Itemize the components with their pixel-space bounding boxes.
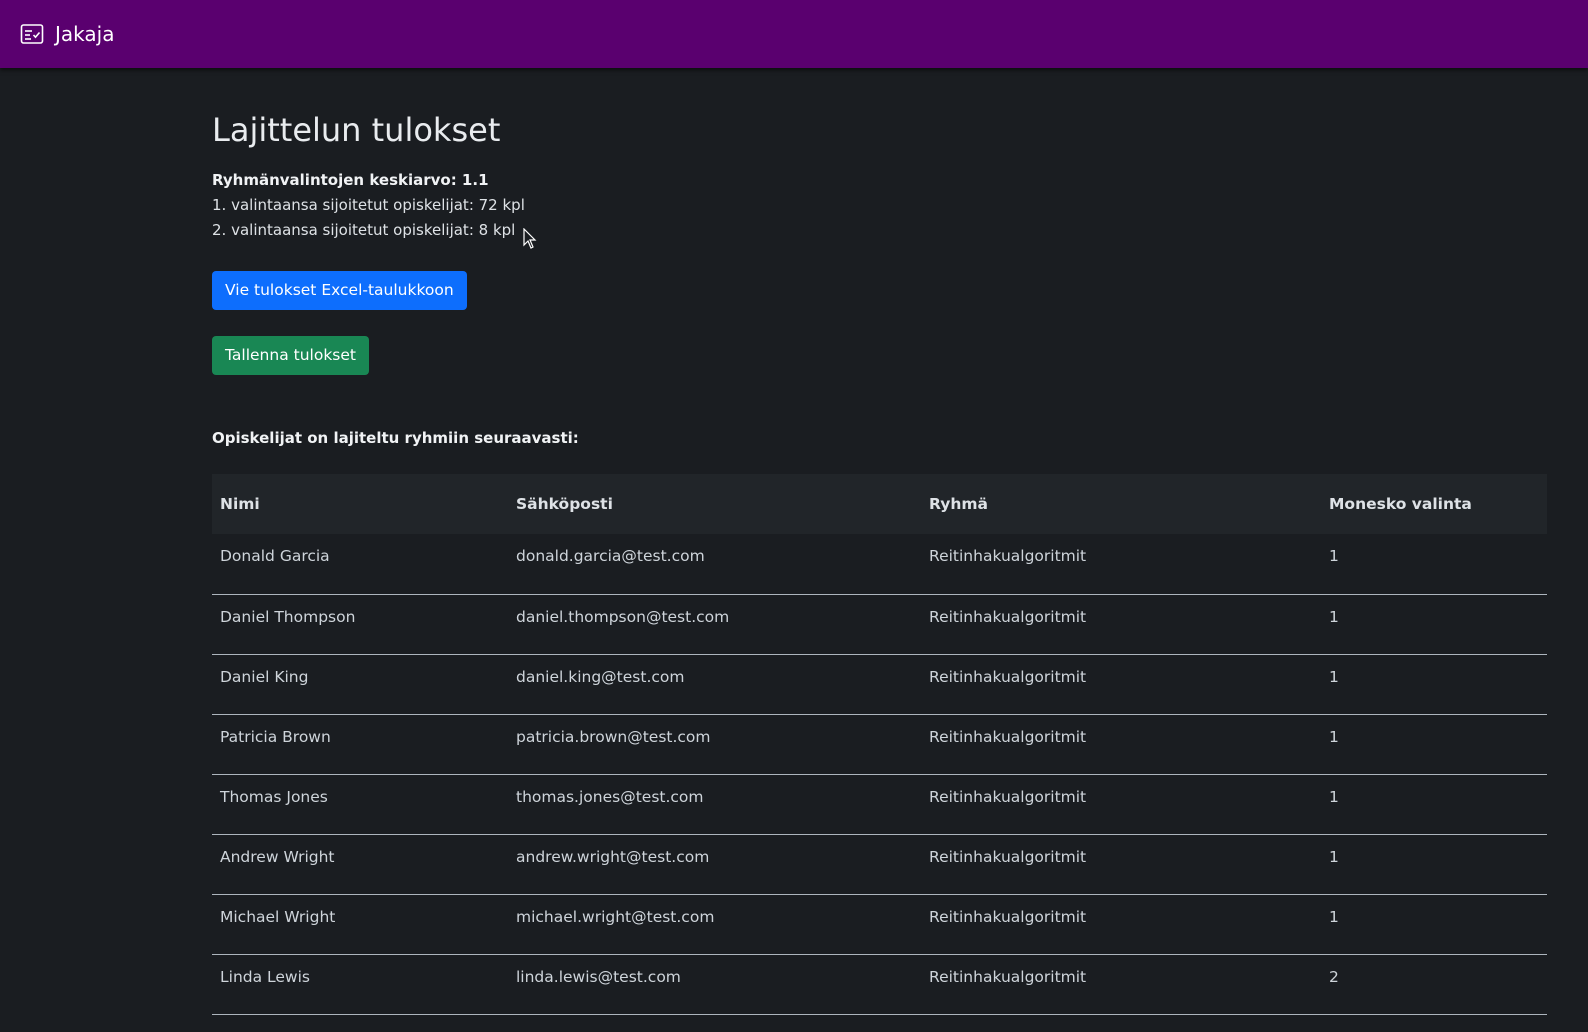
cell-name: Linda Lewis xyxy=(212,954,508,1015)
brand-text: Jakaja xyxy=(55,22,115,46)
result-stats: Ryhmänvalintojen keskiarvo: 1.1 1. valin… xyxy=(212,168,1568,243)
cell-group: Reitinhakualgoritmit xyxy=(921,654,1321,715)
brand-link[interactable]: Jakaja xyxy=(20,22,114,46)
cell-group: Reitinhakualgoritmit xyxy=(921,834,1321,895)
cell-email: andrew.wright@test.com xyxy=(508,834,921,895)
cell-group: Reitinhakualgoritmit xyxy=(921,954,1321,1015)
save-results-button[interactable]: Tallenna tulokset xyxy=(212,336,369,375)
cell-name: Donald Garcia xyxy=(212,534,508,595)
cell-name: Daniel Thompson xyxy=(212,594,508,655)
results-table: Nimi Sähköposti Ryhmä Monesko valinta Do… xyxy=(212,474,1547,1015)
table-row: Patricia Brown patricia.brown@test.com R… xyxy=(212,714,1547,775)
table-row: Donald Garcia donald.garcia@test.com Rei… xyxy=(212,534,1547,595)
table-header-row: Nimi Sähköposti Ryhmä Monesko valinta xyxy=(212,474,1547,534)
table-row: Andrew Wright andrew.wright@test.com Rei… xyxy=(212,834,1547,895)
column-header-email[interactable]: Sähköposti xyxy=(508,474,921,534)
column-header-choice[interactable]: Monesko valinta xyxy=(1321,474,1547,534)
cell-name: Patricia Brown xyxy=(212,714,508,775)
cell-choice: 1 xyxy=(1321,594,1547,655)
cell-group: Reitinhakualgoritmit xyxy=(921,774,1321,835)
list-check-icon xyxy=(20,23,44,45)
mouse-cursor-icon xyxy=(523,227,537,250)
page-title: Lajittelun tulokset xyxy=(212,111,501,149)
table-row: Daniel Thompson daniel.thompson@test.com… xyxy=(212,594,1547,655)
cell-choice: 1 xyxy=(1321,834,1547,895)
cell-choice: 1 xyxy=(1321,714,1547,775)
cell-email: donald.garcia@test.com xyxy=(508,534,921,595)
cell-email: patricia.brown@test.com xyxy=(508,714,921,775)
cell-choice: 1 xyxy=(1321,534,1547,595)
column-header-group[interactable]: Ryhmä xyxy=(921,474,1321,534)
cell-email: michael.wright@test.com xyxy=(508,894,921,955)
cell-email: thomas.jones@test.com xyxy=(508,774,921,835)
average-choice-text: Ryhmänvalintojen keskiarvo: 1.1 xyxy=(212,171,489,189)
cell-name: Daniel King xyxy=(212,654,508,715)
cell-group: Reitinhakualgoritmit xyxy=(921,894,1321,955)
top-navbar: Jakaja xyxy=(0,0,1588,68)
first-choice-count: 1. valintaansa sijoitetut opiskelijat: 7… xyxy=(212,196,525,214)
cell-choice: 1 xyxy=(1321,654,1547,715)
cell-group: Reitinhakualgoritmit xyxy=(921,534,1321,595)
column-header-name[interactable]: Nimi xyxy=(212,474,508,534)
second-choice-count: 2. valintaansa sijoitetut opiskelijat: 8… xyxy=(212,221,516,239)
cell-email: daniel.thompson@test.com xyxy=(508,594,921,655)
table-row: Michael Wright michael.wright@test.com R… xyxy=(212,894,1547,955)
cell-name: Thomas Jones xyxy=(212,774,508,835)
cell-name: Michael Wright xyxy=(212,894,508,955)
cell-email: daniel.king@test.com xyxy=(508,654,921,715)
table-row: Thomas Jones thomas.jones@test.com Reiti… xyxy=(212,774,1547,835)
cell-group: Reitinhakualgoritmit xyxy=(921,714,1321,775)
cell-choice: 1 xyxy=(1321,774,1547,835)
table-row: Linda Lewis linda.lewis@test.com Reitinh… xyxy=(212,954,1547,1015)
cell-group: Reitinhakualgoritmit xyxy=(921,594,1321,655)
table-row: Daniel King daniel.king@test.com Reitinh… xyxy=(212,654,1547,715)
cell-choice: 1 xyxy=(1321,894,1547,955)
main-content: Lajittelun tulokset Ryhmänvalintojen kes… xyxy=(212,68,1568,1015)
cell-email: linda.lewis@test.com xyxy=(508,954,921,1015)
section-label: Opiskelijat on lajiteltu ryhmiin seuraav… xyxy=(212,429,579,447)
cell-name: Andrew Wright xyxy=(212,834,508,895)
cell-choice: 2 xyxy=(1321,954,1547,1015)
export-excel-button[interactable]: Vie tulokset Excel-taulukkoon xyxy=(212,271,467,310)
